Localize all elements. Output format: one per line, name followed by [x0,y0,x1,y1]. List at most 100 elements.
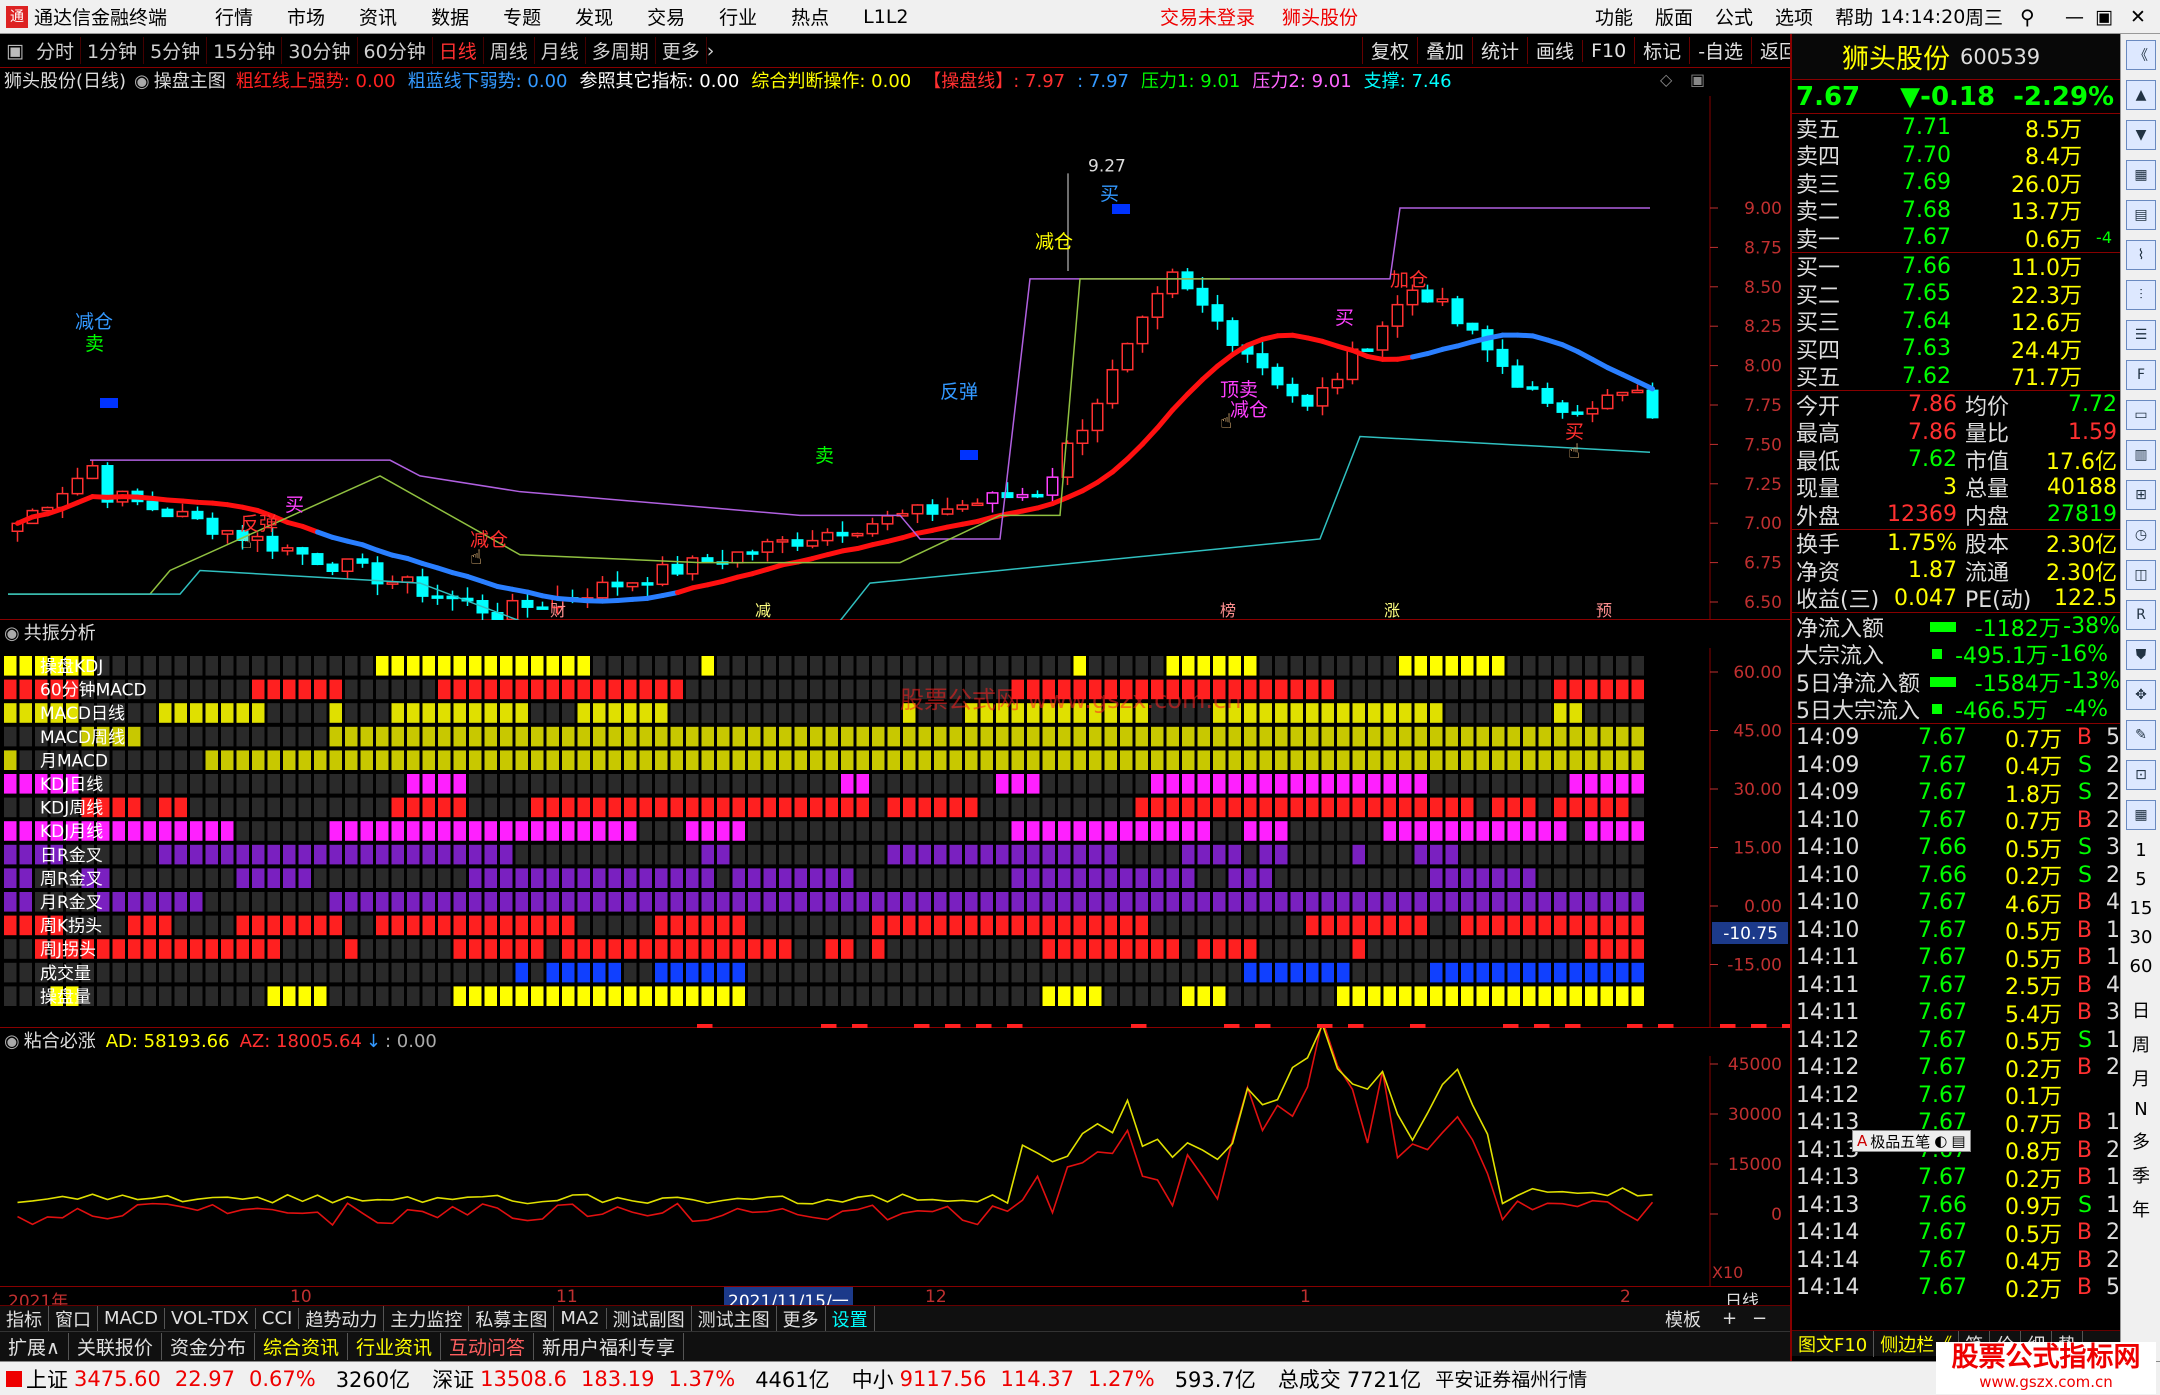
candle[interactable] [656,563,669,586]
candle[interactable] [1016,493,1029,499]
sb-move-icon[interactable]: ✥ [2126,680,2156,710]
candle[interactable] [821,531,834,542]
candle[interactable] [1031,493,1044,498]
candle[interactable] [626,582,639,588]
sb-period-3[interactable]: N [2121,1099,2160,1120]
right-menu-4[interactable]: 帮助 [1835,3,1873,30]
candle[interactable] [1406,289,1419,306]
candle[interactable] [776,539,789,543]
candle[interactable] [1301,394,1314,407]
sb-grid2-icon[interactable]: ▦ [2126,800,2156,830]
indicator-tab-0[interactable]: 指标 [0,1305,49,1332]
candle[interactable] [971,502,984,507]
tool-4[interactable]: F10 [1582,39,1634,62]
period-tab-1[interactable]: 1分钟 [81,37,145,64]
toolbar-menu-icon[interactable]: ▣ [6,40,24,62]
candle[interactable] [1196,287,1209,306]
sb-shield-icon[interactable]: ⛊ [2126,640,2156,670]
tab-more-icon[interactable]: − [1752,1308,1767,1329]
indicator-tab-3[interactable]: VOL-TDX [165,1308,256,1329]
sb-minute-2[interactable]: 15 [2121,898,2160,919]
sb-doc-icon[interactable]: ▭ [2126,400,2156,430]
candle[interactable] [1376,325,1389,351]
index-name[interactable]: 上证 [26,1364,68,1394]
candle[interactable] [521,599,534,608]
period-tab-6[interactable]: 日线 [433,37,484,64]
sb-period-0[interactable]: 日 [2121,997,2160,1023]
candle[interactable] [1286,383,1299,397]
sb-chart-icon[interactable]: ◫ [2126,560,2156,590]
candle[interactable] [1106,368,1119,405]
sb-kline-icon[interactable]: ⫶ [2126,280,2156,310]
candle[interactable] [1391,303,1404,327]
candle[interactable] [1526,386,1539,390]
tool-0[interactable]: 复权 [1362,37,1417,64]
sb-minute-3[interactable]: 30 [2121,927,2160,948]
sb-period-5[interactable]: 季 [2121,1162,2160,1188]
candle[interactable] [251,535,264,541]
event-marker-4[interactable]: 预 [1596,601,1612,620]
candle[interactable] [1181,271,1194,290]
sb-up-icon[interactable]: ▲ [2126,80,2156,110]
candle[interactable] [416,576,429,597]
candle[interactable] [611,581,624,588]
candle[interactable] [1211,304,1224,322]
sb-minute-1[interactable]: 5 [2121,869,2160,890]
candle[interactable] [191,510,204,520]
candle[interactable] [1121,342,1134,371]
candle[interactable] [1316,387,1329,407]
menu-8[interactable]: 热点 [791,3,829,30]
indicator-tab-1[interactable]: 窗口 [49,1305,98,1332]
candle[interactable] [161,508,174,518]
period-tab-3[interactable]: 15分钟 [207,37,283,64]
event-marker-3[interactable]: 涨 [1384,601,1400,620]
minimize-icon[interactable]: — [2065,6,2084,28]
maximize-icon[interactable]: ▣ [2095,6,2113,28]
candle[interactable] [806,539,819,547]
candle[interactable] [686,557,699,575]
candle[interactable] [1586,407,1599,415]
sb-down-icon[interactable]: ▼ [2126,120,2156,150]
candle[interactable] [1226,320,1239,346]
candle[interactable] [941,508,954,515]
info-tab-1[interactable]: 关联报价 [69,1333,162,1360]
menu-9[interactable]: L1L2 [863,6,908,28]
sb-list-icon[interactable]: ☰ [2126,320,2156,350]
candle[interactable] [956,504,969,510]
candle[interactable] [926,504,939,515]
index-name[interactable]: 深证 [432,1364,474,1394]
candle[interactable] [1151,292,1164,318]
info-tab-5[interactable]: 互动问答 [441,1333,534,1360]
candle[interactable] [341,558,354,573]
candle[interactable] [1076,429,1089,444]
sb-minute-0[interactable]: 1 [2121,840,2160,861]
candle[interactable] [731,551,744,564]
candle[interactable] [1496,348,1509,367]
candle[interactable] [1421,289,1434,303]
candle[interactable] [1166,271,1179,295]
event-marker-1[interactable]: 减 [755,601,771,620]
right-menu-1[interactable]: 版面 [1655,3,1693,30]
info-tab-6[interactable]: 新用户福利专享 [534,1333,685,1360]
candle[interactable] [1331,378,1344,389]
candle[interactable] [881,515,894,525]
tool-1[interactable]: 叠加 [1417,37,1472,64]
candle[interactable] [1361,348,1374,352]
menu-5[interactable]: 发现 [575,3,613,30]
candle[interactable] [701,557,714,563]
menu-1[interactable]: 市场 [287,3,325,30]
period-tab-8[interactable]: 月线 [535,37,586,64]
event-marker-0[interactable]: 财 [550,601,566,620]
sb-clock-icon[interactable]: ◷ [2126,520,2156,550]
period-tab-2[interactable]: 5分钟 [144,37,208,64]
period-tab-9[interactable]: 多周期 [586,37,656,64]
candle[interactable] [146,500,159,511]
candle[interactable] [86,465,99,480]
candle[interactable] [791,539,804,547]
indicator-tab-12[interactable]: 设置 [826,1305,875,1332]
quote-bottom-tab-0[interactable]: 图文F10 [1792,1330,1875,1357]
menu-4[interactable]: 专题 [503,3,541,30]
candle[interactable] [836,531,849,537]
candle[interactable] [1556,402,1569,413]
candle[interactable] [1001,492,1014,499]
